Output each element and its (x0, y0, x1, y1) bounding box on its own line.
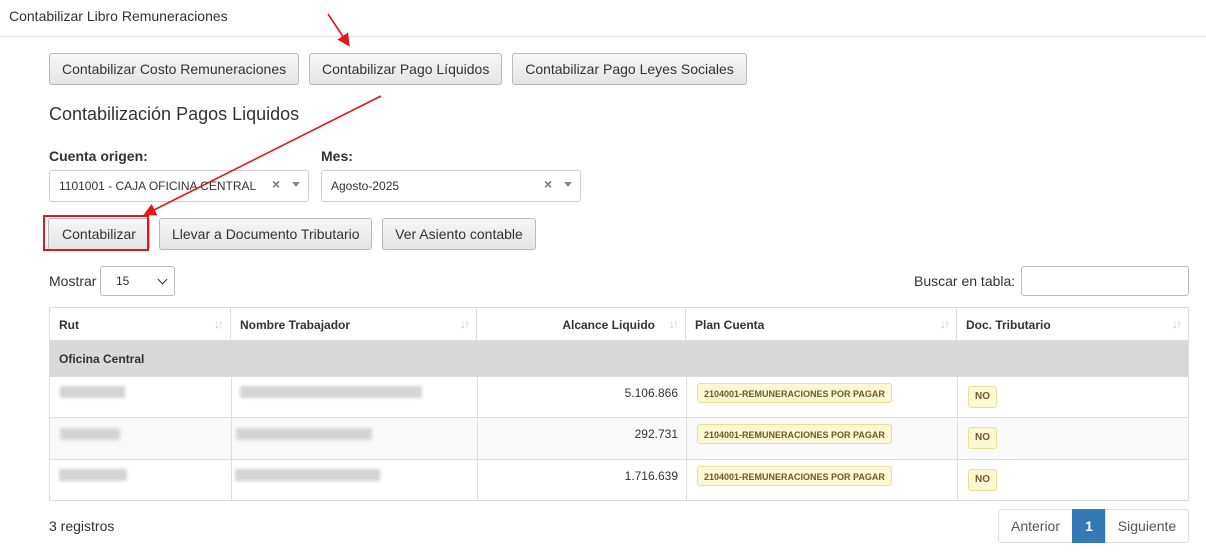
page-header: Contabilizar Libro Remuneraciones (0, 0, 1206, 37)
chevron-down-icon[interactable] (564, 182, 572, 187)
doc-tributario-badge: NO (968, 469, 997, 491)
column-header-plan[interactable]: Plan Cuenta ↓↑ (686, 307, 957, 341)
redacted-rut (60, 386, 125, 398)
sort-icon: ↓↑ (1172, 317, 1182, 331)
highlight-box (43, 215, 149, 251)
column-header-nombre[interactable]: Nombre Trabajador ↓↑ (231, 307, 477, 341)
redacted-name (236, 428, 372, 440)
redacted-rut (59, 469, 127, 481)
mostrar-label: Mostrar (49, 273, 97, 289)
sort-icon: ↓↑ (669, 317, 679, 331)
alcance-value: 292.731 (634, 427, 678, 441)
column-header-alcance[interactable]: Alcance Liquido ↓↑ (477, 307, 686, 341)
column-header-rut[interactable]: Rut ↓↑ (49, 307, 231, 341)
plan-cuenta-badge: 2104001-REMUNERACIONES POR PAGAR (697, 424, 892, 444)
doc-tributario-badge: NO (968, 386, 997, 408)
group-label: Oficina Central (59, 352, 145, 366)
page-length-value: 15 (116, 274, 130, 288)
doc-tributario-badge: NO (968, 427, 997, 449)
table-row: 5.106.866 2104001-REMUNERACIONES POR PAG… (49, 377, 1189, 418)
table-row: 1.716.639 2104001-REMUNERACIONES POR PAG… (49, 460, 1189, 501)
pagination-next[interactable]: Siguiente (1105, 509, 1189, 543)
data-table: Rut ↓↑ Nombre Trabajador ↓↑ Alcance Liqu… (49, 307, 1189, 501)
cuenta-origen-select[interactable]: 1101001 - CAJA OFICINA CENTRAL × (49, 170, 309, 202)
cuenta-origen-value: 1101001 - CAJA OFICINA CENTRAL (59, 179, 257, 193)
ver-asiento-contable-button[interactable]: Ver Asiento contable (382, 218, 536, 250)
sort-icon: ↓↑ (214, 317, 224, 331)
column-header-doc[interactable]: Doc. Tributario ↓↑ (957, 307, 1189, 341)
clear-icon[interactable]: × (544, 176, 552, 192)
contabilizar-costo-button[interactable]: Contabilizar Costo Remuneraciones (49, 53, 299, 85)
sort-icon: ↓↑ (460, 317, 470, 331)
pagination-previous[interactable]: Anterior (998, 509, 1073, 543)
section-title: Contabilización Pagos Liquidos (49, 104, 300, 124)
llevar-documento-tributario-button[interactable]: Llevar a Documento Tributario (159, 218, 372, 250)
search-label: Buscar en tabla: (914, 273, 1016, 289)
table-row: 292.731 2104001-REMUNERACIONES POR PAGAR… (49, 418, 1189, 460)
page-length-select[interactable]: 15 (100, 266, 175, 296)
sort-icon: ↓↑ (940, 317, 950, 331)
chevron-down-icon (157, 274, 168, 285)
cuenta-origen-label: Cuenta origen: (49, 148, 148, 164)
group-row: Oficina Central (49, 341, 1189, 377)
mes-label: Mes: (321, 148, 353, 164)
plan-cuenta-badge: 2104001-REMUNERACIONES POR PAGAR (697, 383, 892, 403)
contabilizar-pago-liquidos-button[interactable]: Contabilizar Pago Líquidos (309, 53, 502, 85)
plan-cuenta-badge: 2104001-REMUNERACIONES POR PAGAR (697, 466, 892, 486)
pagination-page-1[interactable]: 1 (1072, 509, 1106, 543)
mes-value: Agosto-2025 (331, 179, 400, 193)
redacted-rut (60, 428, 120, 440)
mes-select[interactable]: Agosto-2025 × (321, 170, 581, 202)
table-info: 3 registros (49, 518, 115, 534)
search-input[interactable] (1021, 266, 1189, 296)
clear-icon[interactable]: × (272, 176, 280, 192)
alcance-value: 5.106.866 (624, 386, 678, 400)
page-title: Contabilizar Libro Remuneraciones (9, 8, 228, 24)
alcance-value: 1.716.639 (624, 469, 678, 483)
redacted-name (235, 469, 380, 481)
chevron-down-icon[interactable] (292, 182, 300, 187)
redacted-name (240, 386, 422, 398)
contabilizar-leyes-sociales-button[interactable]: Contabilizar Pago Leyes Sociales (512, 53, 747, 85)
